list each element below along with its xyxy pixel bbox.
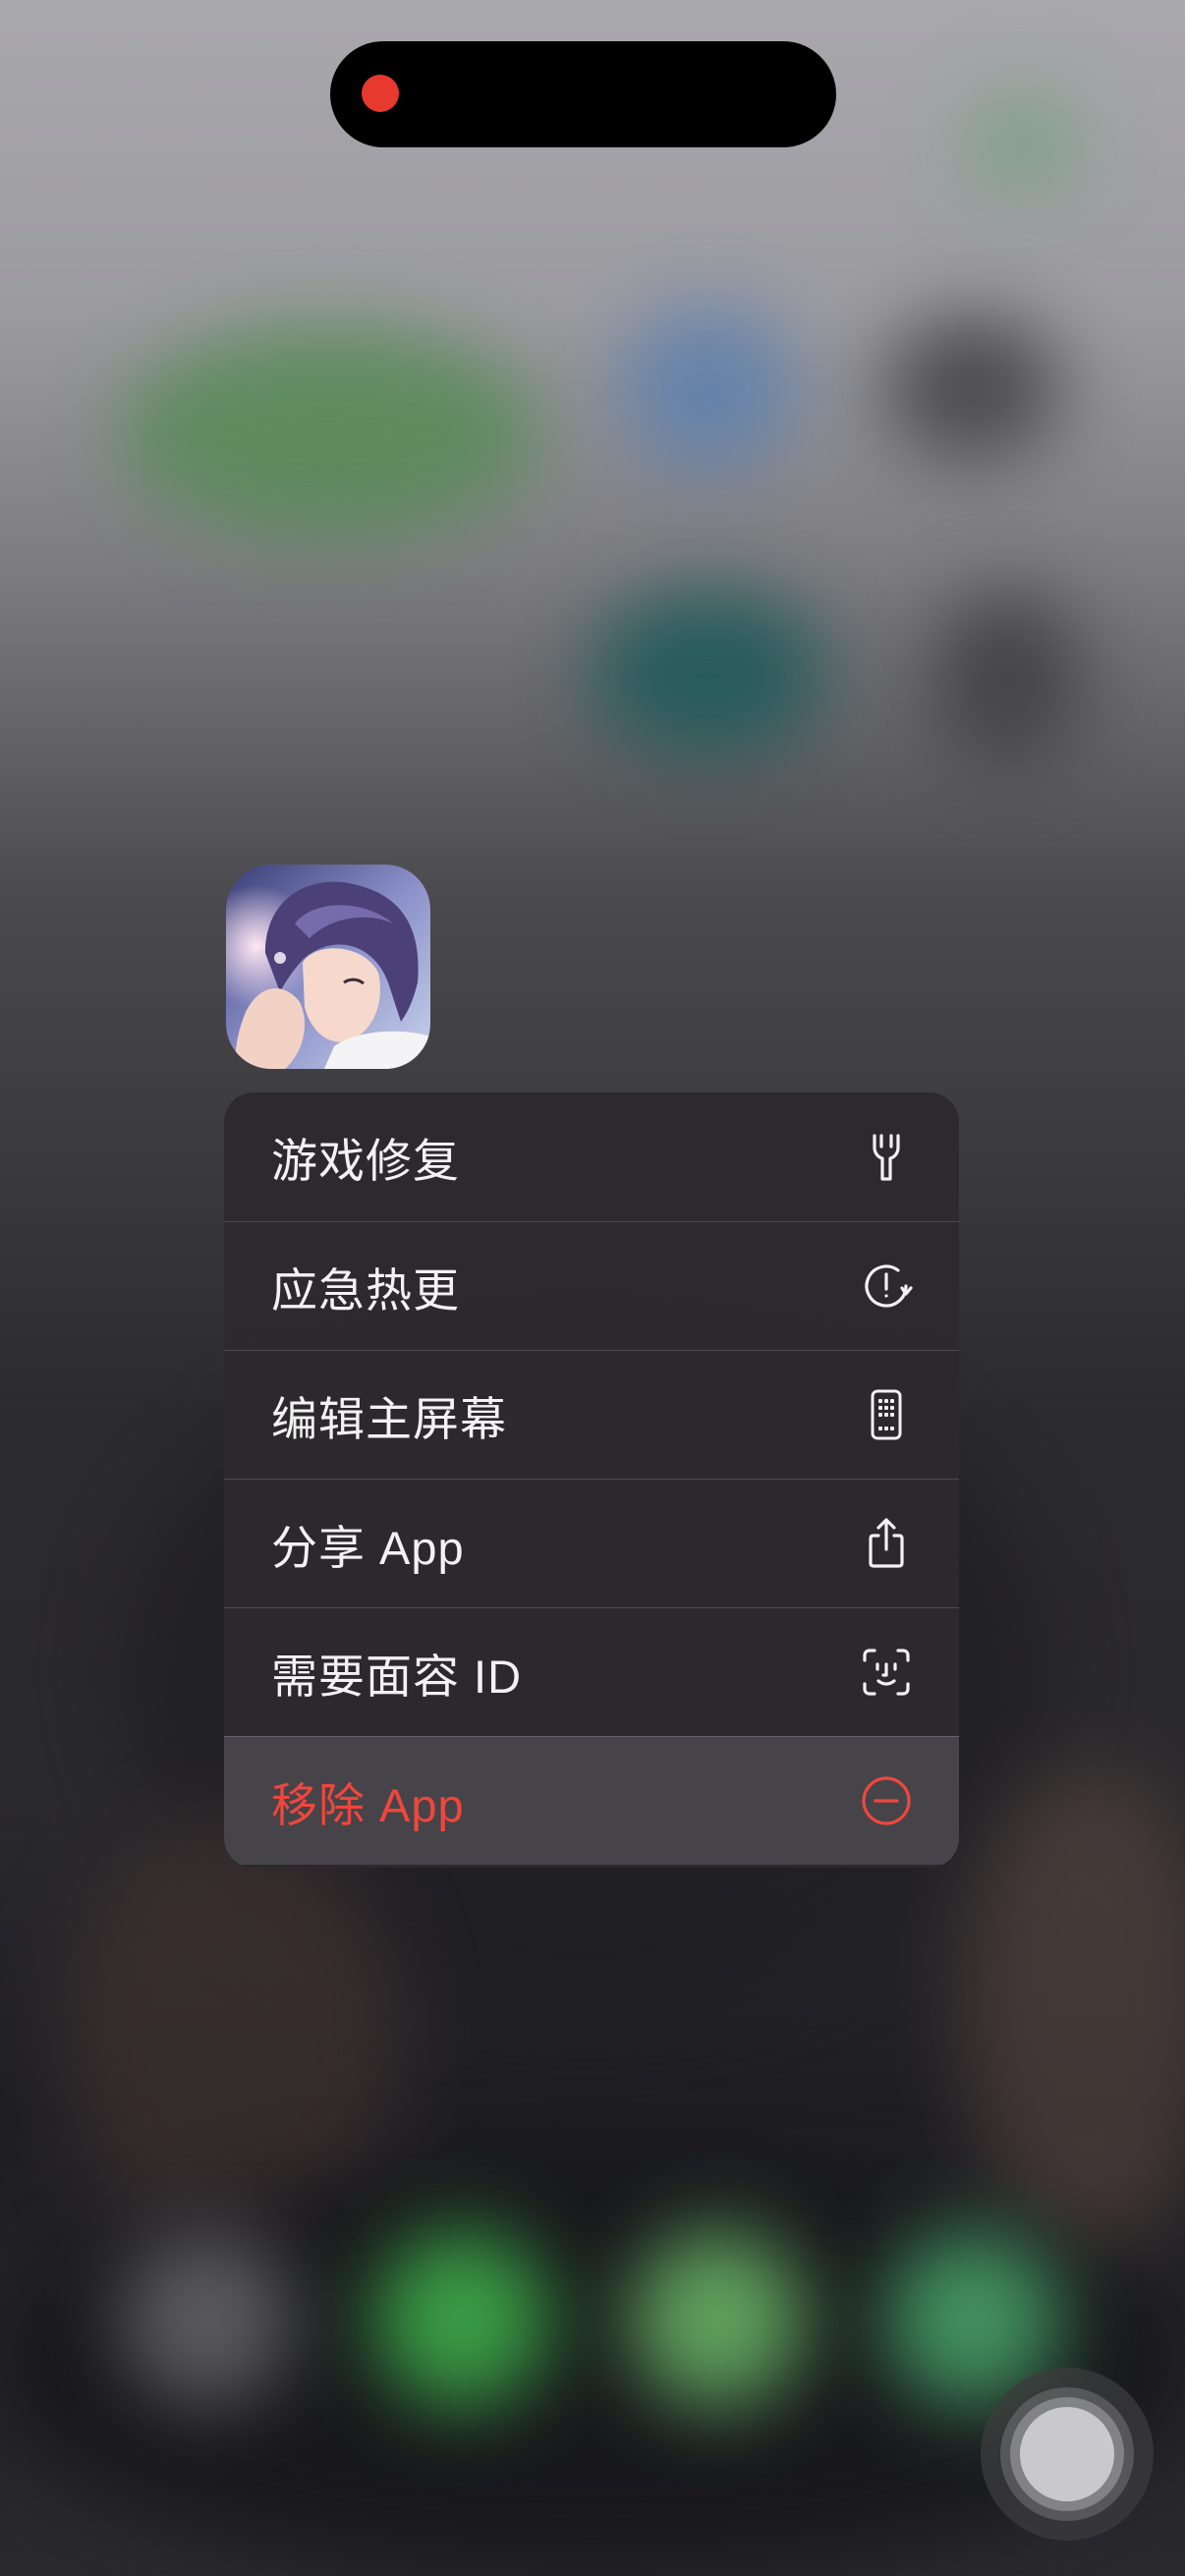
menu-item-remove-app[interactable]: 移除 App: [224, 1736, 959, 1865]
game-app-icon[interactable]: [226, 865, 430, 1069]
assistive-touch-icon: [1020, 2407, 1114, 2501]
assistive-touch-button[interactable]: [981, 2368, 1154, 2541]
menu-item-emergency-hotfix[interactable]: 应急热更: [224, 1221, 959, 1350]
menu-item-label: 编辑主屏幕: [271, 1392, 507, 1445]
menu-item-label: 需要面容 ID: [271, 1650, 523, 1703]
menu-item-label: 应急热更: [271, 1263, 460, 1316]
phone-grid-icon: [859, 1387, 914, 1442]
wrench-icon: [859, 1130, 914, 1185]
face-id-icon: [859, 1645, 914, 1700]
menu-item-require-face-id[interactable]: 需要面容 ID: [224, 1607, 959, 1736]
dynamic-island: [330, 41, 836, 147]
menu-item-share-app[interactable]: 分享 App: [224, 1479, 959, 1607]
app-context-menu: 游戏修复 应急热更 编辑主屏幕 分享 App 需要面容 ID 移除 App: [224, 1092, 959, 1868]
minus-circle-icon: [859, 1773, 914, 1828]
menu-item-label: 游戏修复: [271, 1135, 460, 1187]
menu-item-label: 分享 App: [271, 1521, 465, 1574]
exclamation-refresh-icon: [859, 1259, 914, 1314]
menu-item-edit-home-screen[interactable]: 编辑主屏幕: [224, 1350, 959, 1479]
share-icon: [859, 1516, 914, 1571]
recording-dot-icon: [362, 75, 399, 112]
menu-item-game-repair[interactable]: 游戏修复: [224, 1092, 959, 1221]
menu-item-label: 移除 App: [271, 1778, 465, 1831]
